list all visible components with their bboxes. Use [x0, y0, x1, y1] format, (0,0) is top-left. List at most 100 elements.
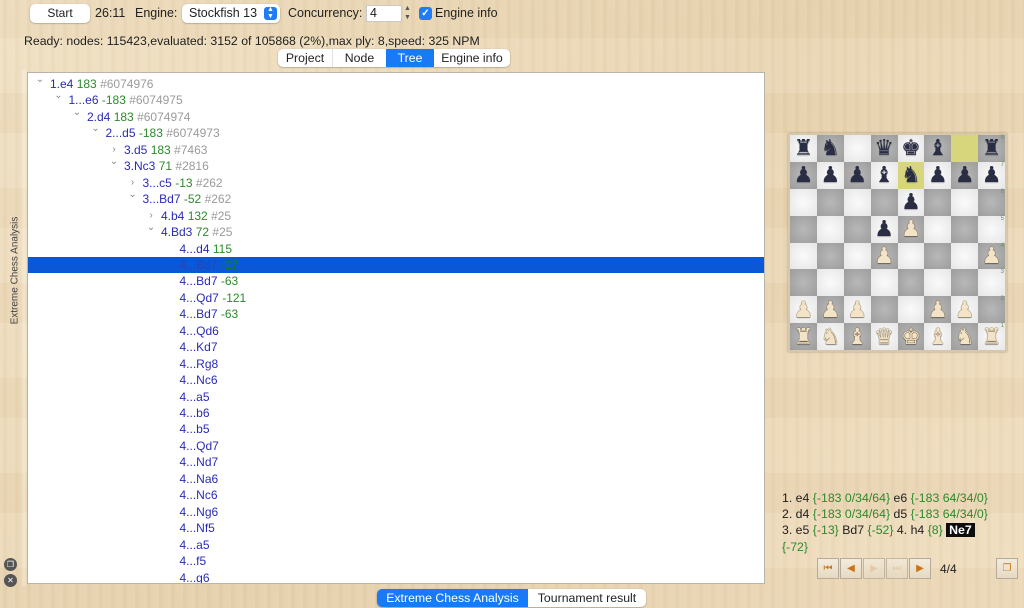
black-queen-icon[interactable]: ♛	[874, 137, 894, 159]
square-a6[interactable]	[790, 188, 817, 216]
square-g6[interactable]	[951, 188, 979, 216]
black-pawn-icon[interactable]: ♟	[820, 164, 840, 186]
square-c6[interactable]	[843, 188, 871, 216]
black-knight-icon[interactable]: ♞	[820, 137, 840, 159]
square-b1[interactable]: ♞	[816, 323, 844, 350]
play-engine-move-button[interactable]: ▶	[909, 558, 931, 579]
previous-move-button[interactable]: ◀	[840, 558, 862, 579]
chevron-down-icon[interactable]: ⌄	[108, 154, 120, 170]
white-pawn-icon[interactable]: ♟	[955, 298, 975, 321]
tab-project[interactable]: Project	[278, 49, 332, 67]
square-b3[interactable]	[816, 269, 844, 297]
square-e2[interactable]	[897, 296, 925, 324]
tree-row[interactable]: 4...Qd7 -121	[28, 290, 764, 306]
last-move-button[interactable]: ⏭	[886, 558, 908, 579]
notation-move[interactable]: d5	[890, 507, 911, 521]
square-c3[interactable]	[843, 269, 871, 297]
tree-row[interactable]: 4...b6	[28, 405, 764, 421]
black-knight-icon[interactable]: ♞	[901, 164, 921, 186]
black-bishop-icon[interactable]: ♝	[928, 137, 948, 159]
square-h7[interactable]: ♟ 7	[978, 161, 1005, 189]
stepper-up-icon[interactable]: ▲	[402, 4, 413, 13]
square-f7[interactable]: ♟	[924, 161, 952, 189]
square-b5[interactable]	[816, 215, 844, 243]
black-rook-icon[interactable]: ♜	[794, 137, 814, 159]
tree-row[interactable]: 4...Nc6	[28, 487, 764, 503]
square-d6[interactable]	[870, 188, 898, 216]
square-a1[interactable]: ♜	[790, 323, 817, 350]
square-h5[interactable]: 5	[978, 215, 1005, 243]
notation-move[interactable]: 1. e4	[782, 491, 813, 505]
white-bishop-icon[interactable]: ♝	[847, 325, 867, 348]
white-pawn-icon[interactable]: ♟	[874, 244, 894, 267]
start-button[interactable]: Start	[30, 4, 90, 23]
tree-row[interactable]: 4...g6	[28, 570, 764, 584]
square-e6[interactable]: ♟	[897, 188, 925, 216]
square-e1[interactable]: ♚	[897, 323, 925, 350]
tree-row[interactable]: 4...Bd7 -27	[28, 256, 764, 274]
tree-row[interactable]: ⌄ 2.d4 183 #6074974	[28, 107, 764, 125]
tree-row[interactable]: ⌄ 1.e4 183 #6074976	[28, 74, 764, 92]
black-pawn-icon[interactable]: ♟	[928, 164, 948, 186]
tree-row[interactable]: 4...b5	[28, 421, 764, 437]
square-g5[interactable]	[951, 215, 979, 243]
concurrency-input[interactable]: 4	[366, 5, 402, 22]
side-panel-divider[interactable]	[22, 70, 26, 586]
tab-node[interactable]: Node	[332, 49, 386, 67]
square-f2[interactable]: ♟	[924, 296, 952, 324]
tree-row[interactable]: ⌄ 3.Nc3 71 #2816	[28, 156, 764, 174]
square-g3[interactable]	[951, 269, 979, 297]
square-e3[interactable]	[897, 269, 925, 297]
square-d1[interactable]: ♛	[870, 323, 898, 350]
analysis-tree[interactable]: ⌄ 1.e4 183 #6074976 ⌄ 1...e6 -183 #6074975 ⌄…	[27, 72, 765, 584]
square-a7[interactable]: ♟	[790, 161, 817, 189]
square-b7[interactable]: ♟	[816, 161, 844, 189]
tree-row[interactable]: 4...Bd7 -63	[28, 273, 764, 289]
engine-info-checkbox-label[interactable]: Engine info	[435, 4, 498, 23]
notation-move[interactable]: e6	[890, 491, 911, 505]
white-bishop-icon[interactable]: ♝	[928, 325, 948, 348]
tree-row[interactable]: 4...Ng6	[28, 504, 764, 520]
first-move-button[interactable]: ⏮	[817, 558, 839, 579]
tree-row[interactable]: 4...Rg8	[28, 356, 764, 372]
white-pawn-icon[interactable]: ♟	[820, 298, 840, 321]
black-rook-icon[interactable]: ♜	[982, 137, 1002, 159]
chevron-down-icon[interactable]: ⌄	[53, 88, 65, 104]
tree-row[interactable]: 4...Na6	[28, 471, 764, 487]
square-d8[interactable]: ♛	[870, 135, 898, 162]
detach-panel-icon[interactable]: ❐	[4, 558, 17, 571]
square-c5[interactable]	[843, 215, 871, 243]
black-pawn-icon[interactable]: ♟	[847, 164, 867, 186]
square-e5[interactable]: ♟	[897, 215, 925, 243]
notation-move[interactable]: 2. d4	[782, 507, 813, 521]
square-c2[interactable]: ♟	[843, 296, 871, 324]
square-e7[interactable]: ♞	[897, 161, 925, 189]
square-d4[interactable]: ♟	[870, 242, 898, 270]
square-e8[interactable]: ♚	[897, 135, 925, 162]
square-h2[interactable]: 2	[978, 296, 1005, 324]
square-a8[interactable]: ♜	[790, 135, 817, 162]
tree-row[interactable]: ⌄ 3...Bd7 -52 #262	[28, 189, 764, 207]
tree-row[interactable]: › 3.d5 183 #7463	[28, 142, 764, 158]
square-d5[interactable]: ♟	[870, 215, 898, 243]
tree-row[interactable]: ⌄ 1...e6 -183 #6074975	[28, 90, 764, 108]
square-c1[interactable]: ♝	[843, 323, 871, 350]
square-h1[interactable]: ♜ 1	[978, 323, 1005, 350]
square-f3[interactable]	[924, 269, 952, 297]
square-e4[interactable]	[897, 242, 925, 270]
notation-move[interactable]: 3. e5	[782, 523, 813, 537]
black-pawn-icon[interactable]: ♟	[955, 164, 975, 186]
square-a3[interactable]	[790, 269, 817, 297]
tab-engine-info[interactable]: Engine info	[434, 49, 510, 67]
game-notation[interactable]: 1. e4 {-183 0/34/64} e6 {-183 64/34/0} 2…	[782, 490, 1017, 555]
square-a5[interactable]	[790, 215, 817, 243]
white-king-icon[interactable]: ♚	[901, 325, 921, 348]
square-b4[interactable]	[816, 242, 844, 270]
tab-tree[interactable]: Tree	[386, 49, 434, 67]
square-h6[interactable]: 6	[978, 188, 1005, 216]
white-queen-icon[interactable]: ♛	[874, 325, 894, 348]
square-g2[interactable]: ♟	[951, 296, 979, 324]
chevron-down-icon[interactable]: ⌄	[145, 220, 157, 236]
copy-button[interactable]: ❐	[996, 558, 1018, 579]
black-pawn-icon[interactable]: ♟	[794, 164, 814, 186]
